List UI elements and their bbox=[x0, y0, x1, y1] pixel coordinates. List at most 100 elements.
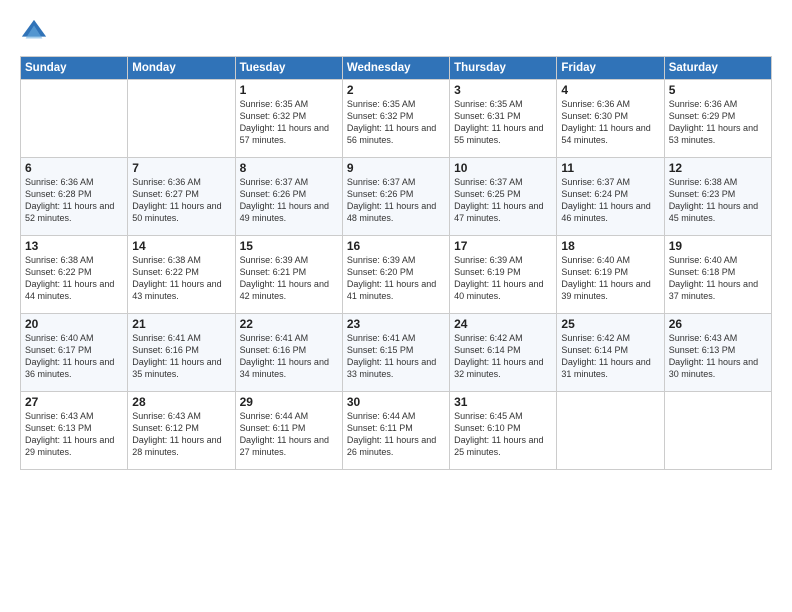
calendar-cell: 28Sunrise: 6:43 AM Sunset: 6:12 PM Dayli… bbox=[128, 392, 235, 470]
calendar-week-row: 27Sunrise: 6:43 AM Sunset: 6:13 PM Dayli… bbox=[21, 392, 772, 470]
day-number: 1 bbox=[240, 83, 338, 97]
day-info: Sunrise: 6:38 AM Sunset: 6:22 PM Dayligh… bbox=[132, 254, 230, 303]
day-number: 30 bbox=[347, 395, 445, 409]
calendar-cell: 13Sunrise: 6:38 AM Sunset: 6:22 PM Dayli… bbox=[21, 236, 128, 314]
day-number: 12 bbox=[669, 161, 767, 175]
calendar-cell: 11Sunrise: 6:37 AM Sunset: 6:24 PM Dayli… bbox=[557, 158, 664, 236]
calendar-week-row: 20Sunrise: 6:40 AM Sunset: 6:17 PM Dayli… bbox=[21, 314, 772, 392]
day-info: Sunrise: 6:37 AM Sunset: 6:26 PM Dayligh… bbox=[240, 176, 338, 225]
calendar-cell: 31Sunrise: 6:45 AM Sunset: 6:10 PM Dayli… bbox=[450, 392, 557, 470]
weekday-header: Saturday bbox=[664, 57, 771, 80]
calendar-cell: 30Sunrise: 6:44 AM Sunset: 6:11 PM Dayli… bbox=[342, 392, 449, 470]
calendar-cell: 19Sunrise: 6:40 AM Sunset: 6:18 PM Dayli… bbox=[664, 236, 771, 314]
day-number: 28 bbox=[132, 395, 230, 409]
calendar-cell: 20Sunrise: 6:40 AM Sunset: 6:17 PM Dayli… bbox=[21, 314, 128, 392]
day-info: Sunrise: 6:43 AM Sunset: 6:12 PM Dayligh… bbox=[132, 410, 230, 459]
day-number: 3 bbox=[454, 83, 552, 97]
calendar-cell: 5Sunrise: 6:36 AM Sunset: 6:29 PM Daylig… bbox=[664, 80, 771, 158]
weekday-header: Thursday bbox=[450, 57, 557, 80]
page: SundayMondayTuesdayWednesdayThursdayFrid… bbox=[0, 0, 792, 612]
calendar-body: 1Sunrise: 6:35 AM Sunset: 6:32 PM Daylig… bbox=[21, 80, 772, 470]
calendar-week-row: 1Sunrise: 6:35 AM Sunset: 6:32 PM Daylig… bbox=[21, 80, 772, 158]
weekday-header: Monday bbox=[128, 57, 235, 80]
calendar-cell: 26Sunrise: 6:43 AM Sunset: 6:13 PM Dayli… bbox=[664, 314, 771, 392]
day-number: 23 bbox=[347, 317, 445, 331]
day-number: 26 bbox=[669, 317, 767, 331]
calendar-cell: 9Sunrise: 6:37 AM Sunset: 6:26 PM Daylig… bbox=[342, 158, 449, 236]
calendar-cell: 25Sunrise: 6:42 AM Sunset: 6:14 PM Dayli… bbox=[557, 314, 664, 392]
day-info: Sunrise: 6:43 AM Sunset: 6:13 PM Dayligh… bbox=[25, 410, 123, 459]
day-number: 18 bbox=[561, 239, 659, 253]
day-number: 5 bbox=[669, 83, 767, 97]
day-info: Sunrise: 6:41 AM Sunset: 6:16 PM Dayligh… bbox=[132, 332, 230, 381]
calendar-cell bbox=[557, 392, 664, 470]
day-number: 17 bbox=[454, 239, 552, 253]
day-info: Sunrise: 6:44 AM Sunset: 6:11 PM Dayligh… bbox=[240, 410, 338, 459]
day-info: Sunrise: 6:35 AM Sunset: 6:32 PM Dayligh… bbox=[347, 98, 445, 147]
day-number: 4 bbox=[561, 83, 659, 97]
calendar-cell bbox=[21, 80, 128, 158]
header bbox=[20, 18, 772, 46]
day-number: 14 bbox=[132, 239, 230, 253]
logo-icon bbox=[20, 18, 48, 46]
day-info: Sunrise: 6:42 AM Sunset: 6:14 PM Dayligh… bbox=[454, 332, 552, 381]
calendar-cell: 24Sunrise: 6:42 AM Sunset: 6:14 PM Dayli… bbox=[450, 314, 557, 392]
calendar-cell: 16Sunrise: 6:39 AM Sunset: 6:20 PM Dayli… bbox=[342, 236, 449, 314]
calendar-cell: 29Sunrise: 6:44 AM Sunset: 6:11 PM Dayli… bbox=[235, 392, 342, 470]
day-info: Sunrise: 6:36 AM Sunset: 6:27 PM Dayligh… bbox=[132, 176, 230, 225]
calendar-cell: 15Sunrise: 6:39 AM Sunset: 6:21 PM Dayli… bbox=[235, 236, 342, 314]
day-info: Sunrise: 6:35 AM Sunset: 6:32 PM Dayligh… bbox=[240, 98, 338, 147]
day-number: 6 bbox=[25, 161, 123, 175]
day-info: Sunrise: 6:35 AM Sunset: 6:31 PM Dayligh… bbox=[454, 98, 552, 147]
day-number: 8 bbox=[240, 161, 338, 175]
day-info: Sunrise: 6:36 AM Sunset: 6:29 PM Dayligh… bbox=[669, 98, 767, 147]
day-number: 27 bbox=[25, 395, 123, 409]
weekday-header: Sunday bbox=[21, 57, 128, 80]
day-number: 16 bbox=[347, 239, 445, 253]
day-number: 11 bbox=[561, 161, 659, 175]
day-info: Sunrise: 6:39 AM Sunset: 6:21 PM Dayligh… bbox=[240, 254, 338, 303]
day-number: 21 bbox=[132, 317, 230, 331]
calendar-cell: 17Sunrise: 6:39 AM Sunset: 6:19 PM Dayli… bbox=[450, 236, 557, 314]
calendar-header: SundayMondayTuesdayWednesdayThursdayFrid… bbox=[21, 57, 772, 80]
day-info: Sunrise: 6:38 AM Sunset: 6:22 PM Dayligh… bbox=[25, 254, 123, 303]
day-number: 29 bbox=[240, 395, 338, 409]
day-info: Sunrise: 6:41 AM Sunset: 6:16 PM Dayligh… bbox=[240, 332, 338, 381]
calendar-cell bbox=[128, 80, 235, 158]
day-number: 31 bbox=[454, 395, 552, 409]
calendar-cell: 10Sunrise: 6:37 AM Sunset: 6:25 PM Dayli… bbox=[450, 158, 557, 236]
day-number: 10 bbox=[454, 161, 552, 175]
day-info: Sunrise: 6:39 AM Sunset: 6:19 PM Dayligh… bbox=[454, 254, 552, 303]
day-info: Sunrise: 6:37 AM Sunset: 6:25 PM Dayligh… bbox=[454, 176, 552, 225]
day-info: Sunrise: 6:42 AM Sunset: 6:14 PM Dayligh… bbox=[561, 332, 659, 381]
day-info: Sunrise: 6:40 AM Sunset: 6:17 PM Dayligh… bbox=[25, 332, 123, 381]
calendar-cell: 8Sunrise: 6:37 AM Sunset: 6:26 PM Daylig… bbox=[235, 158, 342, 236]
day-info: Sunrise: 6:36 AM Sunset: 6:28 PM Dayligh… bbox=[25, 176, 123, 225]
calendar-cell: 18Sunrise: 6:40 AM Sunset: 6:19 PM Dayli… bbox=[557, 236, 664, 314]
day-info: Sunrise: 6:41 AM Sunset: 6:15 PM Dayligh… bbox=[347, 332, 445, 381]
day-info: Sunrise: 6:43 AM Sunset: 6:13 PM Dayligh… bbox=[669, 332, 767, 381]
calendar-cell: 14Sunrise: 6:38 AM Sunset: 6:22 PM Dayli… bbox=[128, 236, 235, 314]
day-number: 7 bbox=[132, 161, 230, 175]
calendar-cell: 27Sunrise: 6:43 AM Sunset: 6:13 PM Dayli… bbox=[21, 392, 128, 470]
calendar-cell: 6Sunrise: 6:36 AM Sunset: 6:28 PM Daylig… bbox=[21, 158, 128, 236]
calendar-cell: 2Sunrise: 6:35 AM Sunset: 6:32 PM Daylig… bbox=[342, 80, 449, 158]
day-info: Sunrise: 6:37 AM Sunset: 6:26 PM Dayligh… bbox=[347, 176, 445, 225]
calendar-cell: 1Sunrise: 6:35 AM Sunset: 6:32 PM Daylig… bbox=[235, 80, 342, 158]
calendar-cell: 23Sunrise: 6:41 AM Sunset: 6:15 PM Dayli… bbox=[342, 314, 449, 392]
calendar-cell: 4Sunrise: 6:36 AM Sunset: 6:30 PM Daylig… bbox=[557, 80, 664, 158]
calendar-cell: 7Sunrise: 6:36 AM Sunset: 6:27 PM Daylig… bbox=[128, 158, 235, 236]
day-info: Sunrise: 6:36 AM Sunset: 6:30 PM Dayligh… bbox=[561, 98, 659, 147]
calendar-cell: 21Sunrise: 6:41 AM Sunset: 6:16 PM Dayli… bbox=[128, 314, 235, 392]
calendar-cell: 12Sunrise: 6:38 AM Sunset: 6:23 PM Dayli… bbox=[664, 158, 771, 236]
weekday-header: Friday bbox=[557, 57, 664, 80]
day-number: 22 bbox=[240, 317, 338, 331]
day-number: 13 bbox=[25, 239, 123, 253]
calendar-cell: 3Sunrise: 6:35 AM Sunset: 6:31 PM Daylig… bbox=[450, 80, 557, 158]
day-number: 15 bbox=[240, 239, 338, 253]
day-info: Sunrise: 6:40 AM Sunset: 6:18 PM Dayligh… bbox=[669, 254, 767, 303]
calendar: SundayMondayTuesdayWednesdayThursdayFrid… bbox=[20, 56, 772, 470]
weekday-row: SundayMondayTuesdayWednesdayThursdayFrid… bbox=[21, 57, 772, 80]
day-info: Sunrise: 6:38 AM Sunset: 6:23 PM Dayligh… bbox=[669, 176, 767, 225]
day-info: Sunrise: 6:40 AM Sunset: 6:19 PM Dayligh… bbox=[561, 254, 659, 303]
